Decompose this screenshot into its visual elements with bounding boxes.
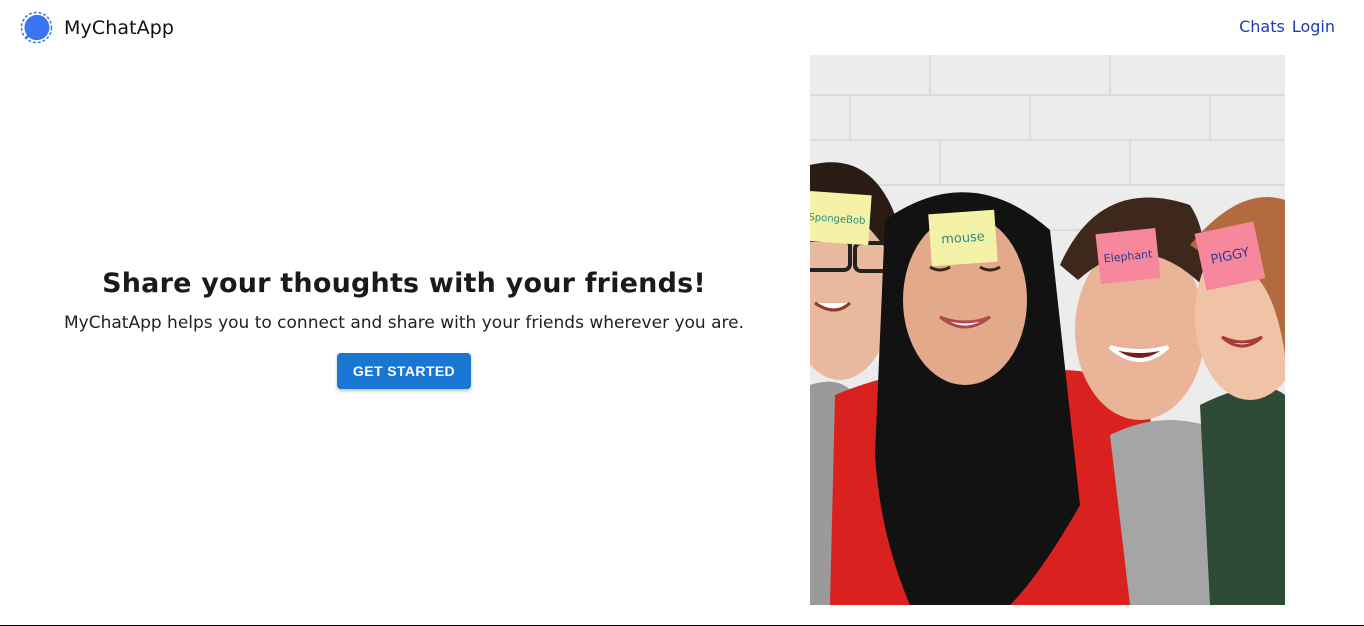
hero-subtitle: MyChatApp helps you to connect and share… (63, 313, 745, 333)
hero-photo: SpongeBob mouse Elephant PIGGY (810, 55, 1285, 605)
nav-link-login[interactable]: Login (1292, 17, 1335, 36)
page: MyChatApp Chats Login Share your thought… (0, 0, 1364, 626)
hero-title: Share your thoughts with your friends! (102, 268, 706, 299)
chat-bubble-icon (20, 11, 53, 44)
friends-photo-illustration: SpongeBob mouse Elephant PIGGY (810, 55, 1285, 605)
get-started-button[interactable]: GET STARTED (336, 353, 472, 389)
sticky-note: Elephant (1095, 228, 1161, 284)
nav-link-chats[interactable]: Chats (1239, 17, 1285, 36)
sticky-note: mouse (928, 209, 998, 267)
sticky-note: SpongeBob (810, 190, 872, 246)
brand[interactable]: MyChatApp (20, 11, 174, 44)
top-nav: Chats Login (1239, 17, 1335, 36)
app-name: MyChatApp (64, 16, 175, 39)
sticky-note: PIGGY (1194, 221, 1266, 291)
sticky-note-text: mouse (941, 229, 986, 247)
hero-section: Share your thoughts with your friends! M… (0, 268, 808, 389)
